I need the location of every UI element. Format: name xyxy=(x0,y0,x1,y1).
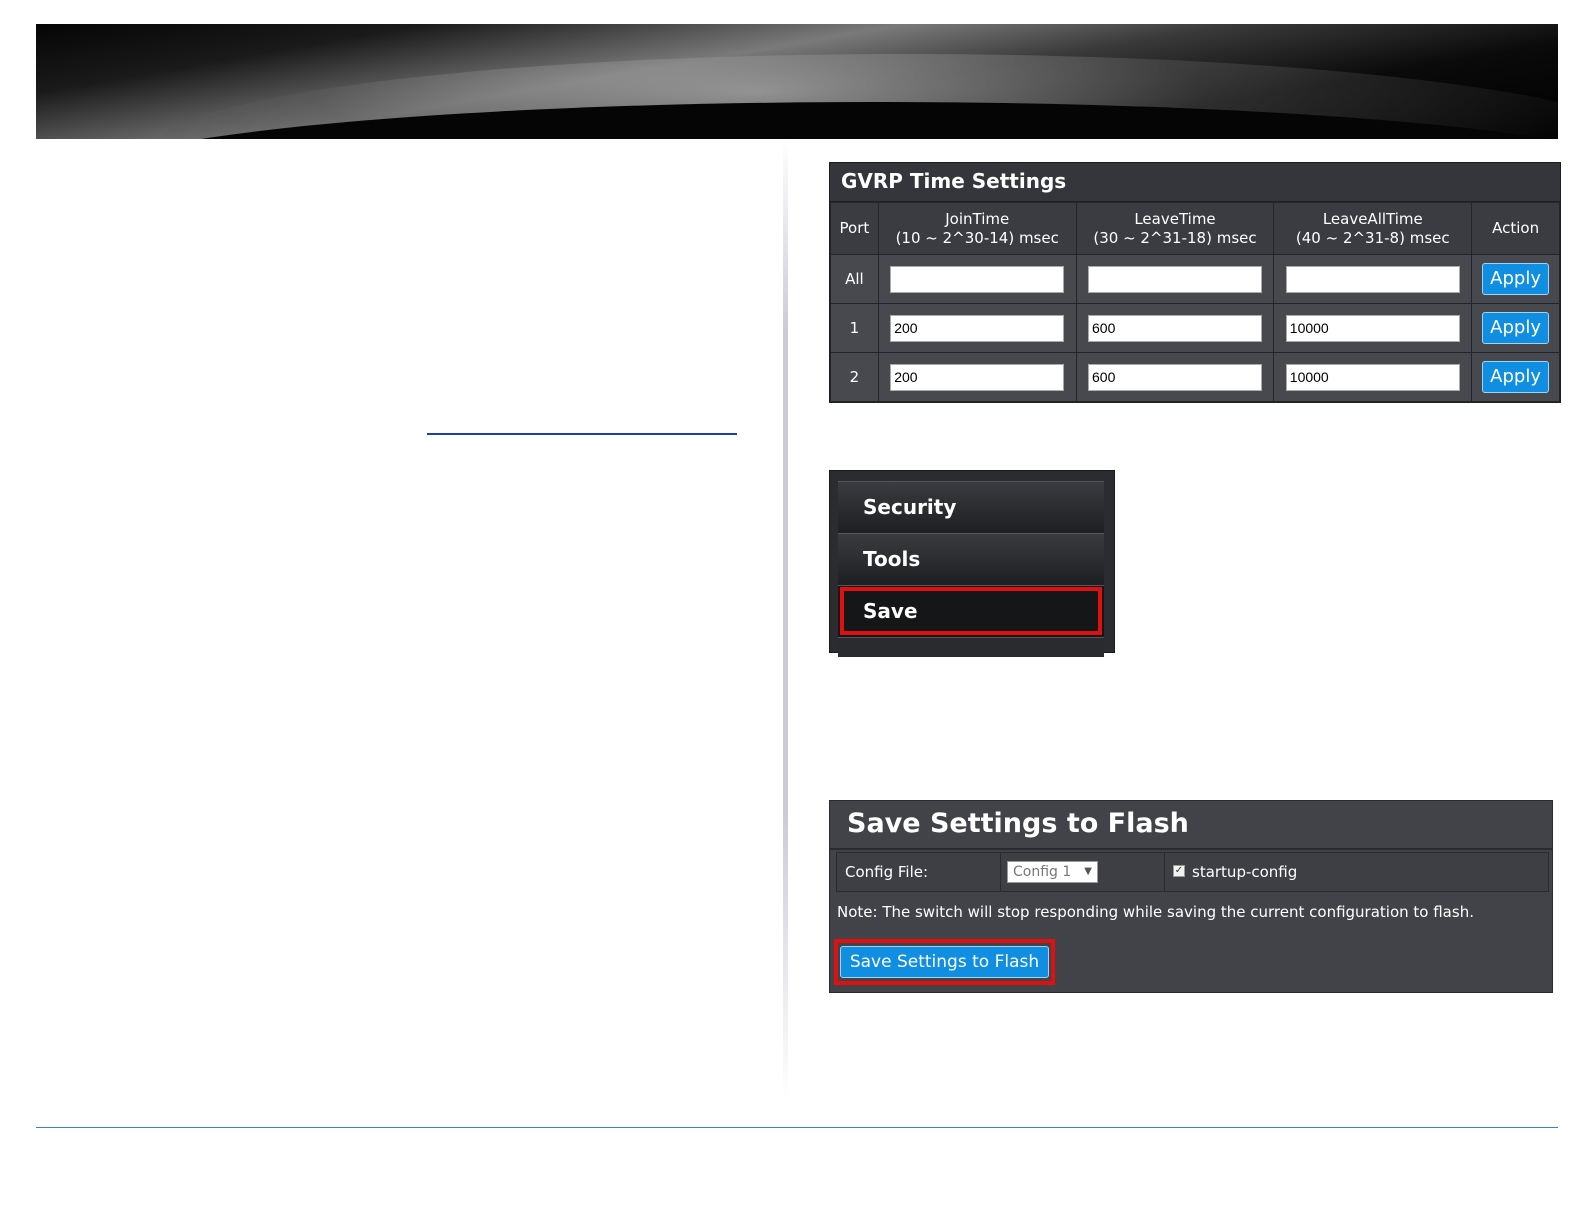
config-file-value: Config 1 xyxy=(1013,864,1072,880)
leavealltime-input[interactable] xyxy=(1285,265,1460,293)
gvrp-time-settings-panel: GVRP Time Settings Port JoinTime (10 ~ 2… xyxy=(829,162,1561,403)
save-settings-panel: Save Settings to Flash Config File: Conf… xyxy=(829,800,1553,993)
config-file-label: Config File: xyxy=(837,853,1001,891)
header-jointime-range: (10 ~ 2^30-14) msec xyxy=(895,228,1059,247)
port-cell: All xyxy=(830,254,879,304)
gvrp-table: Port JoinTime (10 ~ 2^30-14) msec LeaveT… xyxy=(830,202,1560,402)
header-jointime-label: JoinTime xyxy=(945,209,1010,228)
header-port: Port xyxy=(830,202,879,255)
leavetime-input[interactable] xyxy=(1088,265,1262,293)
jointime-input[interactable] xyxy=(890,363,1065,391)
menu-item-partial xyxy=(838,637,1104,657)
menu-item-security[interactable]: Security xyxy=(838,481,1104,533)
menu-item-tools[interactable]: Tools xyxy=(838,533,1104,585)
header-jointime: JoinTime (10 ~ 2^30-14) msec xyxy=(877,202,1077,255)
panel-title: Save Settings to Flash xyxy=(830,801,1552,850)
menu-list: Security Tools Save xyxy=(838,481,1104,657)
header-leavetime-range: (30 ~ 2^31-18) msec xyxy=(1093,228,1257,247)
apply-button[interactable]: Apply xyxy=(1482,263,1550,295)
header-leavealltime-label: LeaveAllTime xyxy=(1322,209,1423,228)
menu-item-save[interactable]: Save xyxy=(838,585,1104,637)
table-row: All Apply xyxy=(830,254,1560,304)
header-leavealltime: LeaveAllTime (40 ~ 2^31-8) msec xyxy=(1273,202,1473,255)
header-leavealltime-range: (40 ~ 2^31-8) msec xyxy=(1295,228,1450,247)
leavealltime-input[interactable] xyxy=(1285,363,1460,391)
leavealltime-input[interactable] xyxy=(1285,314,1460,342)
config-file-select[interactable]: Config 1 ▼ xyxy=(1007,861,1098,883)
leavetime-input[interactable] xyxy=(1088,314,1262,342)
header-banner xyxy=(36,24,1558,139)
table-header-row: Port JoinTime (10 ~ 2^30-14) msec LeaveT… xyxy=(830,202,1560,255)
column-divider xyxy=(783,140,788,1100)
config-file-row: Config File: Config 1 ▼ ✓ startup-config xyxy=(836,852,1549,892)
port-cell: 1 xyxy=(830,303,879,353)
leavetime-input[interactable] xyxy=(1088,363,1262,391)
table-row: 1 Apply xyxy=(830,303,1560,353)
jointime-input[interactable] xyxy=(890,314,1065,342)
sidebar-menu: Security Tools Save xyxy=(829,470,1115,657)
footer-divider xyxy=(36,1127,1558,1128)
header-leavetime-label: LeaveTime xyxy=(1134,209,1216,228)
header-action: Action xyxy=(1471,202,1560,255)
save-note-text: Note: The switch will stop responding wh… xyxy=(837,903,1474,921)
startup-config-label: startup-config xyxy=(1192,863,1298,881)
panel-title: GVRP Time Settings xyxy=(830,163,1560,202)
apply-button[interactable]: Apply xyxy=(1482,312,1550,344)
apply-button[interactable]: Apply xyxy=(1482,361,1550,393)
startup-config-checkbox[interactable]: ✓ xyxy=(1173,864,1185,877)
save-settings-button[interactable]: Save Settings to Flash xyxy=(840,946,1049,978)
highlight-box: Save Settings to Flash xyxy=(834,939,1055,985)
header-leavetime: LeaveTime (30 ~ 2^31-18) msec xyxy=(1075,202,1275,255)
dropdown-arrow-icon: ▼ xyxy=(1084,866,1092,877)
jointime-input[interactable] xyxy=(890,265,1065,293)
port-cell: 2 xyxy=(830,352,879,402)
table-row: 2 Apply xyxy=(830,352,1560,402)
hyperlink-underline[interactable] xyxy=(427,433,737,435)
